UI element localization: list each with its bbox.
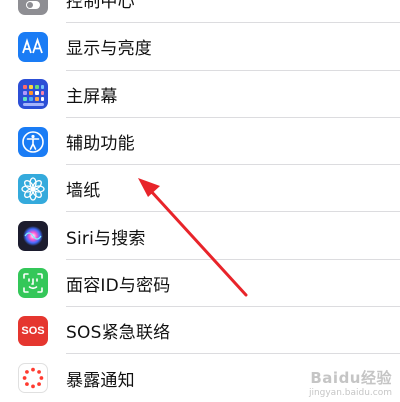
settings-item-label: SOS紧急联络 [66,323,171,344]
toggle-switches-icon [18,0,48,15]
watermark-url: jingyan.baidu.com [308,388,392,398]
settings-item-control-center[interactable]: 控制中心 [0,0,400,24]
settings-item-label: 墙纸 [66,181,101,202]
settings-item-label: 显示与亮度 [66,39,152,60]
app-grid-icon [18,79,48,110]
settings-item-siri-search[interactable]: Siri与搜索 [0,212,400,260]
sos-icon: SOS [18,315,48,346]
flower-icon [18,173,48,204]
watermark-text: Baidu经验 [310,369,392,387]
settings-item-label: 控制中心 [66,0,135,13]
settings-item-emergency-sos[interactable]: SOS SOS紧急联络 [0,307,400,355]
settings-item-accessibility[interactable]: 辅助功能 [0,118,400,166]
settings-item-label: 暴露通知 [66,370,135,391]
settings-item-label: 面容ID与密码 [66,275,171,296]
settings-item-display-brightness[interactable]: 显示与亮度 [0,23,400,71]
settings-list: 控制中心 显示与亮度 主屏幕 辅助功能 墙纸 Siri与搜索 面容ID与密码 S… [0,0,400,402]
watermark: Baidu经验 jingyan.baidu.com [309,367,392,398]
settings-item-face-id-passcode[interactable]: 面容ID与密码 [0,260,400,308]
settings-item-label: 主屏幕 [66,86,118,107]
settings-item-label: Siri与搜索 [66,228,146,249]
settings-item-wallpaper[interactable]: 墙纸 [0,165,400,213]
siri-orb-icon [18,221,48,252]
text-size-aa-icon [18,31,48,62]
face-id-icon [18,268,48,299]
accessibility-person-icon [18,126,48,157]
sos-icon-text: SOS [21,324,45,337]
settings-item-home-screen[interactable]: 主屏幕 [0,71,400,118]
exposure-notification-icon [18,363,48,394]
settings-item-label: 辅助功能 [66,134,135,155]
